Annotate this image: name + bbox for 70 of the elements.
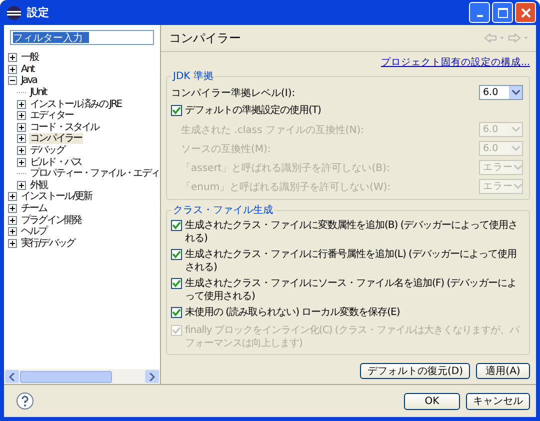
tree-item[interactable]: コード・スタイル [29,122,100,133]
expander-icon[interactable] [8,204,17,214]
checkbox-label: デフォルトの準拠設定の使用(T) [185,104,321,117]
group-title: JDK 準拠 [172,70,214,83]
dialog-button[interactable]: OK [404,392,460,410]
scroll-left-icon[interactable] [5,370,19,383]
tree-item[interactable]: チーム [20,203,48,214]
tree-item[interactable]: インストール/更新 [20,191,93,202]
checkbox-label: 生成されたクラス・ファイルに行番号属性を追加(L) (デバッガーによって使用される) [185,248,518,274]
close-button[interactable] [515,2,536,23]
checkbox-label: 未使用の (読み取られない) ローカル変数を保存(E) [185,306,400,319]
expander-icon[interactable] [8,238,17,248]
tree-item[interactable]: プロパティー・ファイル・エディ [29,168,160,180]
tree-item[interactable]: エディター [29,110,74,122]
filter-field[interactable]: フィルター入力 [10,30,154,45]
checkbox-label: 生成されたクラス・ファイルにソース・ファイル名を追加(F) (デバッガーによって使用される) [185,277,518,303]
expander-icon[interactable] [17,158,26,167]
field-label: ソースの互換性(M): [181,142,271,156]
window-title: 設定 [27,5,49,20]
checkbox-label: 生成されたクラス・ファイルに変数属性を追加(B) (デバッガーによって使用される) [185,219,519,245]
scroll-thumb[interactable] [20,370,112,382]
help-icon[interactable] [16,392,34,410]
checkbox[interactable] [171,249,182,260]
checkbox-label: finally ブロックをインライン化(C) (クラス・ファイルは大きくなりますが、パフォーマンスは向上します) [185,324,520,350]
tree-item[interactable]: インストール済みの JRE [29,98,122,110]
expander-icon[interactable] [17,180,26,190]
expander-icon[interactable] [8,64,17,74]
expander-icon[interactable] [17,134,26,144]
expander-icon[interactable] [8,53,17,62]
field-label: 「assert」と呼ばれる識別子を許可しない(B): [181,162,390,174]
maximize-button[interactable] [492,2,513,23]
tree-item[interactable]: プラグイン開発 [20,214,82,226]
tree-item[interactable]: 外観 [29,180,48,191]
expander-icon[interactable] [8,216,17,225]
expander-icon[interactable] [8,192,17,202]
page-title: コンパイラー [169,30,241,46]
page-button[interactable]: 適用(A) [476,363,530,379]
horizontal-scrollbar[interactable] [4,369,160,384]
project-settings-link[interactable]: プロジェクト固有の設定の構成... [380,56,530,69]
close-icon [520,8,530,18]
expander-icon[interactable] [17,111,26,120]
tree-item[interactable]: デバッグ [29,145,66,156]
expander-icon[interactable] [17,146,26,156]
checkbox[interactable] [171,220,182,231]
tree-item[interactable]: ヘルプ [20,226,48,238]
minimize-button[interactable] [469,2,490,23]
field-label: コンパイラー準拠レベル(I): [171,86,296,100]
field-label: 生成された .class ファイルの互換性(N): [181,124,364,136]
expander-icon[interactable] [17,122,26,132]
tree-item[interactable]: Ant [20,64,35,75]
expander-icon[interactable] [8,227,17,236]
tree-item[interactable]: 実行/デバッグ [20,238,76,249]
tree-item[interactable]: ビルド・パス [29,156,83,168]
expander-icon[interactable] [8,76,17,86]
minimize-icon [476,14,482,16]
group-title: クラス・ファイル生成 [172,204,274,217]
checkbox[interactable] [171,278,182,289]
tree-item[interactable]: Java [20,75,38,86]
expander-icon[interactable] [17,100,26,109]
checkbox[interactable] [171,307,182,318]
tree-item[interactable]: 一般 [20,52,40,64]
tree-item[interactable]: JUnit [29,87,48,98]
checkbox[interactable] [171,105,182,116]
page-button[interactable]: デフォルトの復元(D) [360,363,470,379]
dialog-button[interactable]: キャンセル [466,392,530,410]
tree-item[interactable]: コンパイラー [29,133,83,144]
scroll-right-icon[interactable] [145,370,159,383]
field-label: 「enum」と呼ばれる識別子を許可しない(W): [181,180,391,194]
maximize-icon [498,8,508,18]
compliance-dropdown[interactable]: 6.0 [479,85,523,100]
